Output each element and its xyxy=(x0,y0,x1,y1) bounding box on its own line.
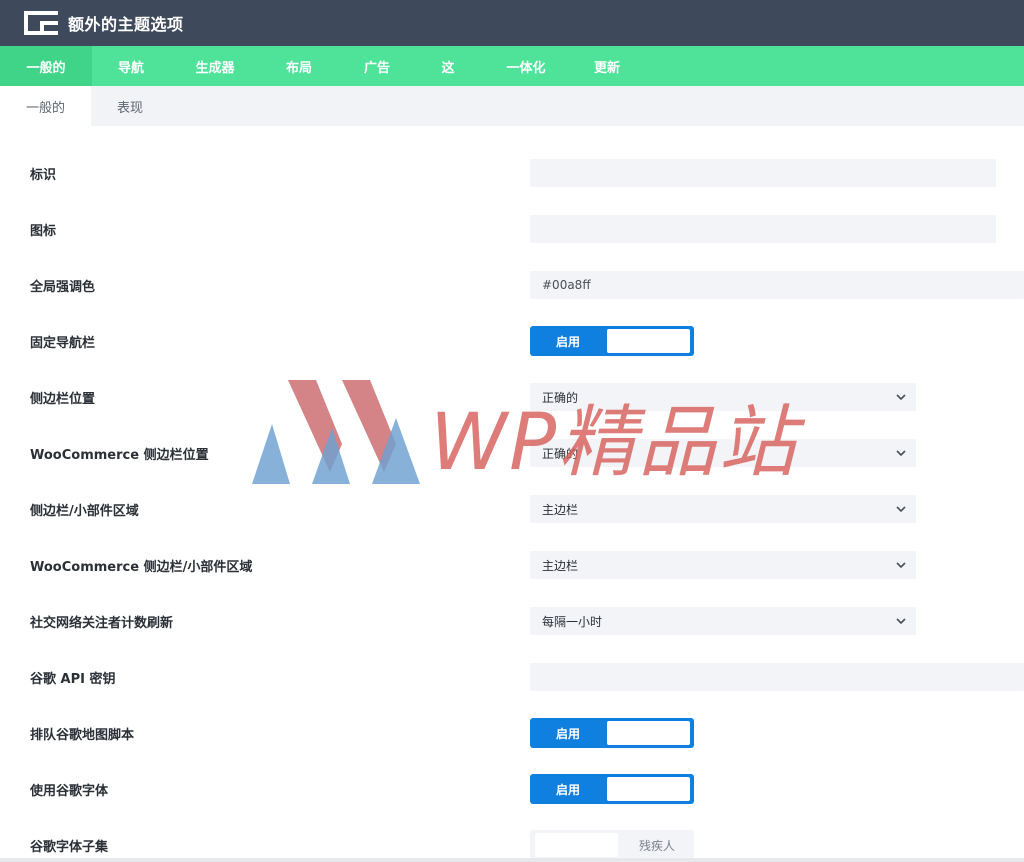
woo-sidebar-position-select[interactable]: 正确的 xyxy=(530,439,916,467)
setting-row-woo-sidebar-widget-area: WooCommerce 侧边栏/小部件区域 主边栏 xyxy=(0,537,1024,593)
setting-label: WooCommerce 侧边栏位置 xyxy=(30,447,209,463)
setting-label: 社交网络关注者计数刷新 xyxy=(30,615,174,631)
fixed-nav-toggle[interactable]: 启用 xyxy=(530,326,694,356)
toggle-on-label: 启用 xyxy=(555,334,580,349)
setting-label: 排队谷歌地图脚本 xyxy=(30,727,135,743)
setting-row-use-google-fonts: 使用谷歌字体 启用 xyxy=(0,761,1024,817)
setting-label: 标识 xyxy=(30,167,57,183)
social-refresh-select[interactable]: 每隔一小时 xyxy=(530,607,916,635)
setting-row-social-refresh: 社交网络关注者计数刷新 每隔一小时 xyxy=(0,593,1024,649)
setting-row-woo-sidebar-position: WooCommerce 侧边栏位置 正确的 xyxy=(0,425,1024,481)
chevron-down-icon xyxy=(896,394,906,401)
chevron-down-icon xyxy=(896,562,906,569)
tab-ads[interactable]: 广告 xyxy=(338,46,416,86)
setting-label: 侧边栏位置 xyxy=(30,391,96,407)
subtab-performance[interactable]: 表现 xyxy=(91,86,169,126)
setting-row-google-font-subsets: 谷歌字体子集 残疾人 xyxy=(0,817,1024,862)
google-font-subsets-toggle[interactable]: 残疾人 xyxy=(530,830,694,860)
toggle-knob xyxy=(607,721,690,745)
toggle-knob xyxy=(607,329,690,353)
sub-tab-bar: 一般的 表现 xyxy=(0,86,1024,126)
toggle-off-label: 残疾人 xyxy=(638,838,675,853)
chevron-down-icon xyxy=(896,618,906,625)
setting-label: 谷歌 API 密钥 xyxy=(30,671,116,687)
setting-row-google-api-key: 谷歌 API 密钥 xyxy=(0,649,1024,705)
toggle-knob xyxy=(607,777,690,801)
toggle-on-label: 启用 xyxy=(555,726,580,741)
logo-input[interactable] xyxy=(530,159,996,187)
setting-label: 侧边栏/小部件区域 xyxy=(30,503,139,519)
accent-color-value: #00a8ff xyxy=(542,278,591,292)
setting-row-enqueue-google-maps: 排队谷歌地图脚本 启用 xyxy=(0,705,1024,761)
tab-general[interactable]: 一般的 xyxy=(0,46,92,86)
setting-label: 固定导航栏 xyxy=(30,335,96,351)
setting-label: 谷歌字体子集 xyxy=(30,839,109,855)
use-google-fonts-toggle[interactable]: 启用 xyxy=(530,774,694,804)
tab-layout[interactable]: 布局 xyxy=(260,46,338,86)
toggle-knob xyxy=(535,833,618,857)
tab-navigation[interactable]: 导航 xyxy=(92,46,170,86)
setting-row-icon: 图标 xyxy=(0,201,1024,257)
tab-updates[interactable]: 更新 xyxy=(572,46,642,86)
icon-input[interactable] xyxy=(530,215,996,243)
setting-row-fixed-nav: 固定导航栏 启用 xyxy=(0,313,1024,369)
bottom-border xyxy=(0,858,1024,862)
setting-label: 全局强调色 xyxy=(30,279,96,295)
setting-row-accent-color: 全局强调色 #00a8ff xyxy=(0,257,1024,313)
sidebar-position-select[interactable]: 正确的 xyxy=(530,383,916,411)
tab-integration[interactable]: 一体化 xyxy=(480,46,572,86)
setting-row-sidebar-position: 侧边栏位置 正确的 xyxy=(0,369,1024,425)
tab-this[interactable]: 这 xyxy=(416,46,480,86)
theme-logo-icon xyxy=(24,11,58,35)
subtab-general[interactable]: 一般的 xyxy=(0,86,91,126)
setting-label: WooCommerce 侧边栏/小部件区域 xyxy=(30,559,253,575)
accent-color-input[interactable]: #00a8ff xyxy=(530,271,1024,299)
chevron-down-icon xyxy=(896,506,906,513)
sidebar-widget-area-select[interactable]: 主边栏 xyxy=(530,495,916,523)
google-api-key-input[interactable] xyxy=(530,663,1024,691)
tab-builder[interactable]: 生成器 xyxy=(170,46,260,86)
toggle-on-label: 启用 xyxy=(555,782,580,797)
enqueue-google-maps-toggle[interactable]: 启用 xyxy=(530,718,694,748)
top-bar: 额外的主题选项 xyxy=(0,0,1024,46)
page-title: 额外的主题选项 xyxy=(68,15,184,34)
setting-label: 图标 xyxy=(30,223,57,239)
setting-label: 使用谷歌字体 xyxy=(30,783,109,799)
chevron-down-icon xyxy=(896,450,906,457)
woo-sidebar-widget-area-select[interactable]: 主边栏 xyxy=(530,551,916,579)
main-tab-bar: 一般的 导航 生成器 布局 广告 这 一体化 更新 xyxy=(0,46,1024,86)
setting-row-sidebar-widget-area: 侧边栏/小部件区域 主边栏 xyxy=(0,481,1024,537)
setting-row-logo: 标识 xyxy=(0,145,1024,201)
